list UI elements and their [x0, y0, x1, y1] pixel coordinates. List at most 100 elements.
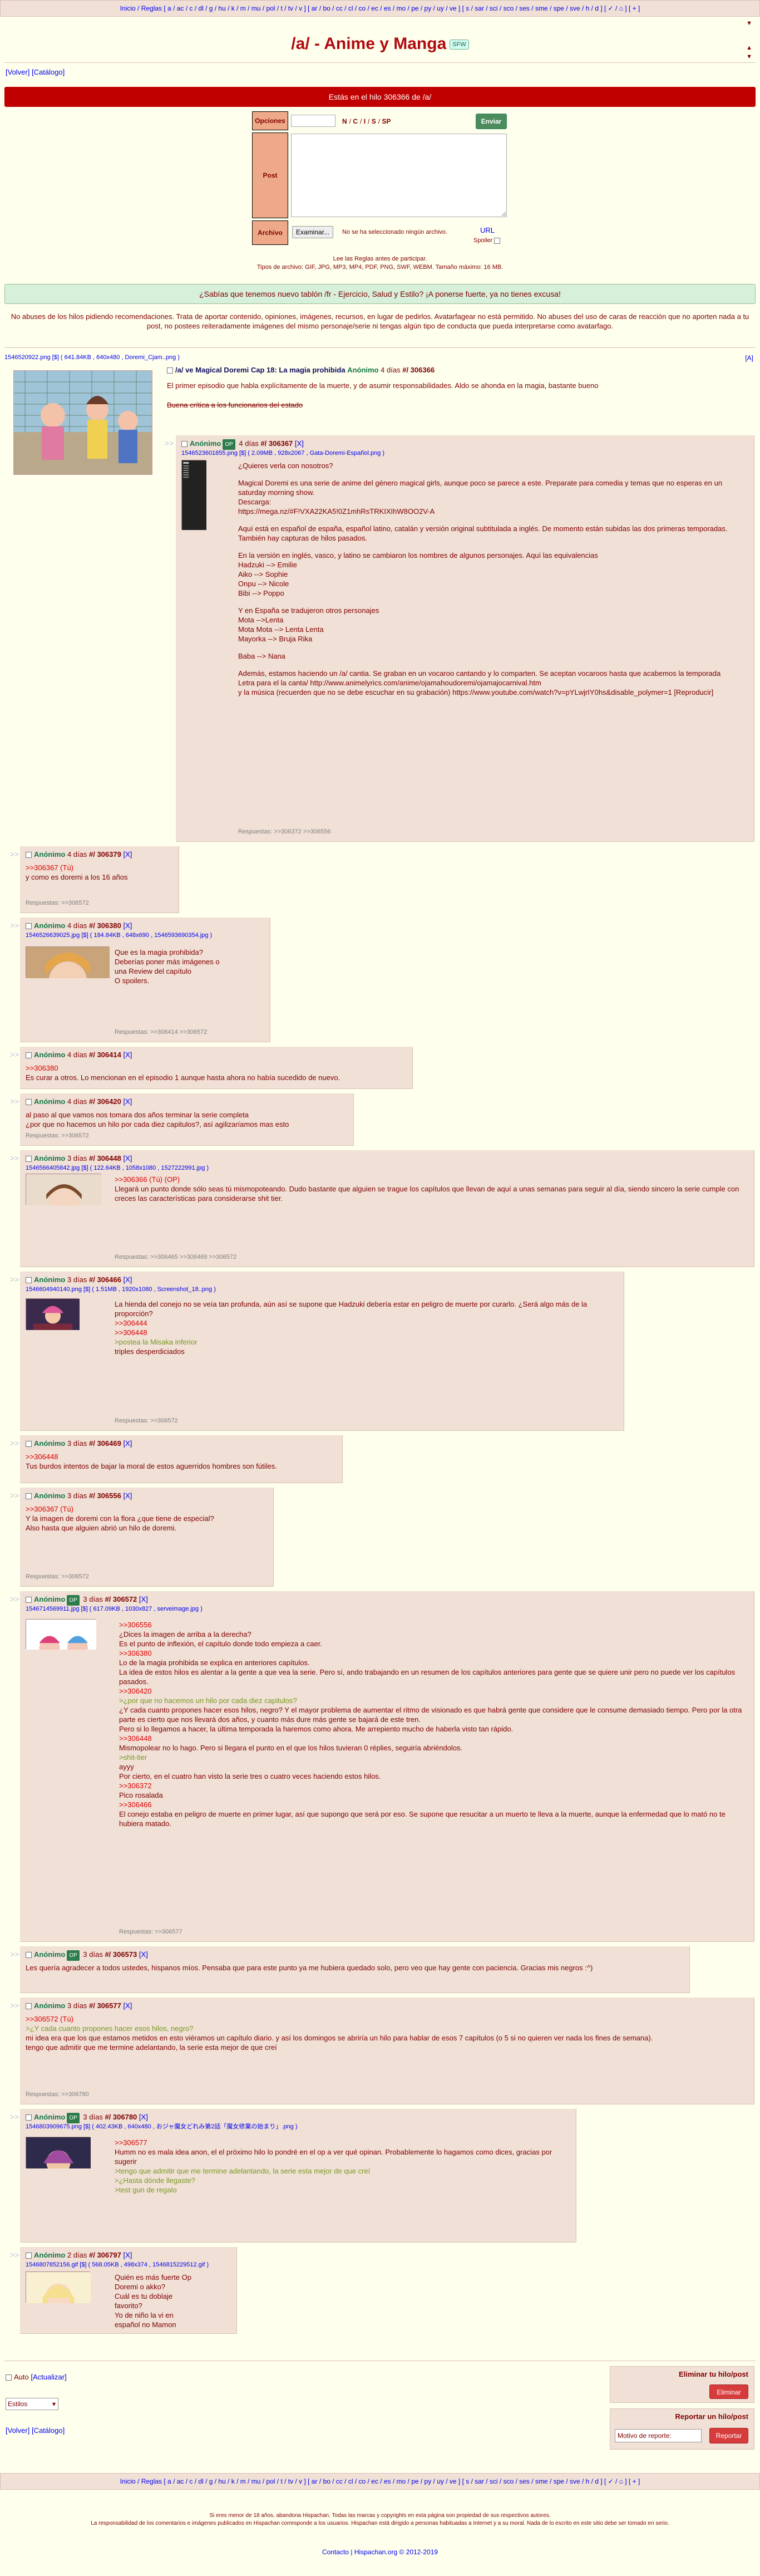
reply-number[interactable]: #/ 306420	[89, 1097, 121, 1106]
reply-number[interactable]: #/ 306448	[89, 1154, 121, 1162]
reply-number[interactable]: #/ 306556	[89, 1491, 121, 1500]
reply-number[interactable]: #/ 306380	[89, 921, 121, 930]
reply-thumbnail[interactable]	[26, 1174, 102, 1243]
reply-fileinfo[interactable]: 1546523601855.png [$] ( 2.09MB , 928x206…	[181, 449, 384, 458]
reply-line[interactable]: >>306380	[119, 1648, 747, 1658]
reply-number[interactable]: #/ 306367	[260, 439, 293, 448]
reply-report-link[interactable]: [X]	[123, 2001, 132, 2010]
reply-checkbox[interactable]	[181, 441, 187, 448]
op-fileinfo[interactable]: 1546520922.png [$] ( 641.84KB , 640x480 …	[4, 354, 180, 361]
reply-thumbnail[interactable]	[26, 2137, 91, 2188]
reply-report-link[interactable]: [X]	[123, 1275, 132, 1284]
reply-fileinfo-text[interactable]: 1546566405842.jpg [$] ( 122.64KB , 1058x…	[26, 1165, 209, 1171]
report-select[interactable]: Motivo de reporte:	[615, 2429, 702, 2442]
reply-line[interactable]: >>306372	[119, 1781, 747, 1790]
reply-number[interactable]: #/ 306466	[89, 1275, 121, 1284]
format-sp[interactable]: SP	[382, 117, 391, 125]
reply-report-link[interactable]: [X]	[123, 1051, 132, 1059]
reply-fileinfo-text[interactable]: 1546714569911.jpg [$] ( 617.09KB , 1030x…	[26, 1606, 203, 1612]
reply-report-link[interactable]: [X]	[139, 1595, 148, 1603]
format-buttons[interactable]: N / C / I / S / SP	[342, 117, 393, 125]
bottom-nav[interactable]: [Volver] [Catálogo]	[6, 2426, 65, 2435]
format-c[interactable]: C	[353, 117, 358, 125]
reply-responses[interactable]: Respuestas: >>306572	[26, 899, 89, 908]
spoiler-checkbox[interactable]	[494, 237, 501, 244]
boardlist-links[interactable]: Inicio / Reglas [ a / ac / c / dl / g / …	[120, 4, 640, 12]
op-checkbox[interactable]	[167, 367, 173, 374]
reply-fileinfo-text[interactable]: 1546604940140.png [$] ( 1.51MB , 1920x10…	[26, 1286, 216, 1293]
reply-checkbox[interactable]	[26, 1597, 32, 1603]
reply-checkbox[interactable]	[26, 1952, 32, 1959]
reply-checkbox[interactable]	[26, 2253, 32, 2259]
reply-report-link[interactable]: [X]	[123, 921, 132, 930]
reply-checkbox[interactable]	[26, 1441, 32, 1448]
reply-responses[interactable]: Respuestas: >>306572	[26, 1572, 89, 1582]
bottom-boardlist[interactable]: Inicio / Reglas [ a / ac / c / dl / g / …	[0, 2473, 760, 2490]
reply-thumbnail[interactable]	[26, 1619, 96, 1677]
format-n[interactable]: N	[342, 117, 347, 125]
reply-responses[interactable]: Respuestas: >>306780	[26, 2090, 89, 2099]
reply-responses[interactable]: Respuestas: >>306414 >>306572	[115, 1028, 207, 1037]
reply-report-link[interactable]: [X]	[139, 2113, 148, 2121]
reply-checkbox[interactable]	[26, 923, 32, 930]
scroll-bottom-icon[interactable]: ▼	[746, 53, 752, 60]
reply-fileinfo-text[interactable]: 1546523601855.png [$] ( 2.09MB , 928x206…	[181, 450, 384, 457]
url-link[interactable]: URL	[480, 226, 495, 234]
submit-button[interactable]: Enviar	[476, 114, 507, 129]
op-fileinfo-text[interactable]: 1546520922.png [$] ( 641.84KB , 640x480 …	[4, 354, 180, 361]
reply-responses[interactable]: Respuestas: >>306465 >>306469 >>306572	[115, 1253, 236, 1262]
reply-line[interactable]: >>306556	[119, 1620, 747, 1630]
reply-thumbnail[interactable]	[26, 2271, 91, 2323]
reply-fileinfo-text[interactable]: 1546807852156.gif [$] ( 568.05KB , 498x3…	[26, 2261, 209, 2268]
op-image[interactable]	[13, 370, 152, 475]
reply-report-link[interactable]: [X]	[123, 2251, 132, 2259]
reply-responses[interactable]: Respuestas: >>306572	[26, 1131, 89, 1141]
reply-number[interactable]: #/ 306414	[89, 1051, 121, 1059]
reply-number[interactable]: #/ 306572	[105, 1595, 137, 1603]
post-textarea[interactable]	[291, 134, 507, 217]
reply-checkbox[interactable]	[26, 1156, 32, 1162]
reply-report-link[interactable]: [X]	[295, 439, 304, 448]
reply-number[interactable]: #/ 306577	[89, 2001, 121, 2010]
reply-line[interactable]: >>306448	[119, 1734, 747, 1743]
reply-checkbox[interactable]	[26, 2003, 32, 2010]
reply-checkbox[interactable]	[26, 1052, 32, 1059]
reply-thumbnail[interactable]	[26, 1298, 80, 1333]
top-nav[interactable]: [Volver] [Catálogo]	[6, 68, 65, 76]
footer-contact[interactable]: Contacto | Hispachan.org © 2012-2019	[322, 2548, 438, 2556]
reply-report-link[interactable]: [X]	[123, 1154, 132, 1162]
reply-number[interactable]: #/ 306797	[89, 2251, 121, 2259]
reply-checkbox[interactable]	[26, 1277, 32, 1284]
scroll-down-icon[interactable]: ▼	[746, 20, 752, 27]
reply-report-link[interactable]: [X]	[123, 1439, 132, 1448]
reply-number[interactable]: #/ 306780	[105, 2113, 137, 2121]
auto-update[interactable]: Auto [Actualizar]	[6, 2373, 67, 2381]
reply-line[interactable]: >>306420	[119, 1686, 747, 1696]
op-number[interactable]: #/ 306366	[402, 366, 435, 374]
reply-report-link[interactable]: [X]	[139, 1950, 148, 1959]
reply-fileinfo[interactable]: 1546714569911.jpg [$] ( 617.09KB , 1030x…	[26, 1605, 203, 1614]
update-link[interactable]: [Actualizar]	[31, 2373, 66, 2381]
reply-line[interactable]: >>306367 (Tú)	[26, 1504, 267, 1514]
op-corner-link[interactable]: [A]	[745, 354, 753, 362]
reply-thumbnail[interactable]	[26, 946, 110, 1031]
reply-line[interactable]: >>306572 (Tú)	[26, 2014, 747, 2024]
format-i[interactable]: I	[364, 117, 366, 125]
reply-number[interactable]: #/ 306573	[105, 1950, 137, 1959]
reply-line[interactable]: >>306448	[26, 1452, 335, 1461]
reply-line[interactable]: >>306466	[119, 1800, 747, 1809]
reply-fileinfo[interactable]: 1546803909675.png [$] ( 402.43KB , 640x4…	[26, 2122, 298, 2132]
reply-line[interactable]: >>306577	[115, 2138, 569, 2147]
scroll-up-icon[interactable]: ▲	[746, 45, 752, 51]
reply-responses[interactable]: Respuestas: >>306577	[119, 1927, 182, 1937]
reply-checkbox[interactable]	[26, 1099, 32, 1106]
reply-fileinfo[interactable]: 1546526639025.jpg [$] ( 184.84KB , 648x6…	[26, 931, 212, 940]
reply-fileinfo-text[interactable]: 1546803909675.png [$] ( 402.43KB , 640x4…	[26, 2123, 298, 2130]
reply-checkbox[interactable]	[26, 2114, 32, 2121]
reply-number[interactable]: #/ 306469	[89, 1439, 121, 1448]
reply-line[interactable]: >>306367 (Tú)	[26, 863, 172, 872]
reply-report-link[interactable]: [X]	[123, 1491, 132, 1500]
boardlist-links[interactable]: Inicio / Reglas [ a / ac / c / dl / g / …	[120, 2477, 640, 2485]
reply-report-link[interactable]: [X]	[123, 850, 132, 858]
report-button[interactable]: Reportar	[709, 2428, 748, 2443]
